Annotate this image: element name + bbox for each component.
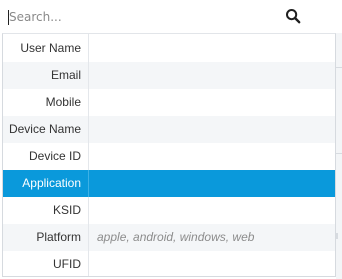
field-option-ufid[interactable]: UFID: [3, 251, 335, 276]
field-option-label: UFID: [3, 251, 89, 276]
field-option-platform[interactable]: Platform apple, android, windows, web: [3, 224, 335, 251]
field-option-device-id[interactable]: Device ID: [3, 143, 335, 170]
field-option-application[interactable]: Application: [3, 170, 335, 197]
search-dropdown-widget: User Name Email Mobile Device Name Devic…: [0, 0, 342, 279]
field-option-hint: [89, 89, 335, 116]
field-option-hint: [89, 116, 335, 143]
field-option-hint: [89, 197, 335, 224]
field-option-label: Device Name: [3, 116, 89, 143]
field-option-label: KSID: [3, 197, 89, 224]
background-scroll-marker: [336, 233, 338, 239]
field-dropdown: User Name Email Mobile Device Name Devic…: [2, 33, 336, 277]
background-panel-edge: [336, 33, 342, 279]
field-option-label: Application: [3, 170, 89, 197]
field-option-device-name[interactable]: Device Name: [3, 116, 335, 143]
field-option-email[interactable]: Email: [3, 62, 335, 89]
field-option-hint: apple, android, windows, web: [97, 230, 255, 244]
field-option-label: Platform: [3, 224, 89, 251]
field-option-label: Mobile: [3, 89, 89, 116]
field-option-label: Device ID: [3, 143, 89, 170]
field-option-hint: [89, 170, 335, 197]
field-option-hint: [89, 62, 335, 89]
field-option-label: User Name: [3, 34, 89, 62]
field-option-hint: [89, 143, 335, 170]
text-cursor: [8, 10, 9, 25]
search-bar: [0, 0, 308, 33]
field-option-label: Email: [3, 62, 89, 89]
field-option-ksid[interactable]: KSID: [3, 197, 335, 224]
background-divider: [336, 67, 342, 68]
field-option-hint: [89, 251, 335, 276]
background-divider: [336, 153, 342, 154]
field-option-mobile[interactable]: Mobile: [3, 89, 335, 116]
field-option-hint: [89, 34, 335, 62]
search-icon[interactable]: [285, 8, 301, 24]
search-input[interactable]: [7, 6, 277, 28]
field-option-user-name[interactable]: User Name: [3, 34, 335, 62]
